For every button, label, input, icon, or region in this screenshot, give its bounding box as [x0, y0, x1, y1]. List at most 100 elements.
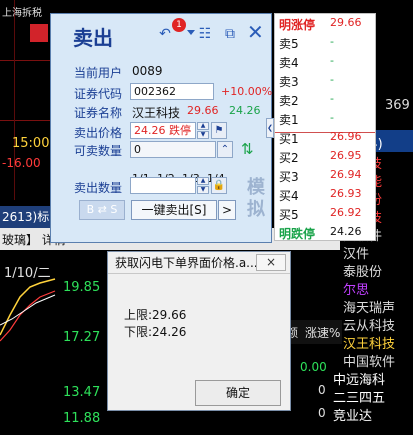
window-copy-icon[interactable]: ⧉ [222, 26, 238, 42]
ask-label: 卖2 [279, 94, 299, 108]
change-percent: +10.00% [221, 85, 273, 98]
user-value: 0089 [132, 64, 163, 78]
ask-row[interactable]: 卖4 - [275, 52, 375, 71]
ask-price: - [330, 54, 334, 67]
lower-limit-text: 下限:24.26 [124, 325, 187, 339]
price-row: 17.27 [63, 330, 101, 345]
bid-label: 买4 [279, 189, 299, 203]
bid-price: 26.93 [330, 187, 362, 200]
next-button[interactable]: > [218, 200, 236, 220]
bid-label: 买1 [279, 132, 299, 146]
limit-down-value: 24.26 [330, 225, 362, 238]
limit-up-price[interactable]: 29.66 [187, 104, 219, 117]
list-item[interactable]: 二三四五 [333, 387, 385, 406]
undo-icon[interactable]: ↶ [157, 26, 173, 42]
sell-qty-input[interactable] [130, 177, 196, 194]
ask-label: 卖3 [279, 75, 299, 89]
list-item[interactable]: 云从科技 [343, 315, 395, 334]
chart-price-label: -16.00 [2, 156, 41, 170]
list-item[interactable]: 汉件 [343, 243, 369, 262]
ask-price: - [330, 111, 334, 124]
price-row: 11.88 [63, 411, 101, 426]
flag-icon[interactable]: ⚑ [211, 122, 227, 139]
price-row: 13.47 [63, 385, 101, 400]
list-item[interactable]: 369 [385, 98, 410, 113]
bid-price: 26.96 [330, 130, 362, 143]
table-col-header[interactable]: 涨速% [305, 324, 340, 341]
code-input[interactable]: 002362 [130, 83, 214, 100]
price-row: 19.85 [63, 280, 101, 295]
ask-row[interactable]: 卖5 - [275, 33, 375, 52]
qty-label: 卖出数量 [74, 181, 123, 195]
price-label: 卖出价格 [74, 126, 123, 140]
sell-price-input[interactable]: 24.26 跌停 [130, 122, 196, 139]
bid-label: 买3 [279, 170, 299, 184]
ask-row[interactable]: 卖2 - [275, 90, 375, 109]
bid-label: 买2 [279, 151, 299, 165]
close-icon[interactable]: ✕ [247, 22, 264, 42]
chart-time-label: 15:00 [12, 136, 50, 151]
close-button[interactable]: × [256, 254, 286, 271]
one-click-sell-button[interactable]: 一键卖出[S] [131, 200, 217, 220]
bid-row[interactable]: 买3 26.94 [275, 166, 375, 185]
ask-label: 卖1 [279, 113, 299, 127]
sell-dialog-title: 卖出 [73, 26, 113, 50]
list-item[interactable]: 汉王科技 [343, 333, 395, 352]
price-up-button[interactable]: ▲ [197, 122, 209, 130]
bid-row[interactable]: 买4 26.93 [275, 185, 375, 204]
simulation-watermark: 模拟 [247, 177, 265, 220]
bid-row[interactable]: 买5 26.92 [275, 204, 375, 223]
limit-up-row[interactable]: 明涨停 29.66 [275, 14, 375, 33]
order-book: 明涨停 29.66 卖5 - 卖4 - 卖3 - 卖2 - 卖1 - 买1 26… [274, 13, 376, 241]
limit-up-label: 明涨停 [279, 18, 316, 32]
bid-label: 买5 [279, 208, 299, 222]
red-candle [30, 24, 48, 42]
ask-price: - [330, 73, 334, 86]
chevron-down-icon[interactable] [187, 30, 195, 35]
top-left-text: 上海拆税 [2, 8, 42, 19]
mini-line-chart [0, 278, 56, 342]
ask-label: 卖5 [279, 37, 299, 51]
bid-row[interactable]: 买2 26.95 [275, 147, 375, 166]
qty-up-button[interactable]: ▲ [197, 177, 209, 185]
limit-down-price[interactable]: 24.26 [229, 104, 261, 117]
ask-row[interactable]: 卖1 - [275, 109, 375, 128]
bid-price: 26.95 [330, 149, 362, 162]
sell-dialog-header: 卖出 ↶ 1 ☷ ⧉ ✕ [51, 14, 271, 54]
buy-sell-switch-button[interactable]: B ⇄ S [79, 200, 125, 220]
upper-limit-text: 上限:29.66 [124, 308, 187, 322]
chart-grid-line [0, 60, 55, 61]
list-item[interactable]: 竞业达 [333, 405, 372, 424]
list-item[interactable]: 中远海科 [333, 369, 385, 388]
lock-icon[interactable]: 🔒 [211, 177, 227, 194]
price-down-button[interactable]: ▼ [197, 131, 209, 139]
qty-down-button[interactable]: ▼ [197, 186, 209, 194]
user-label: 当前用户 [74, 66, 123, 80]
ask-label: 卖4 [279, 56, 299, 70]
refresh-icon[interactable]: ⇅ [241, 140, 254, 158]
bid-price: 26.94 [330, 168, 362, 181]
ask-price: - [330, 92, 334, 105]
ok-button[interactable]: 确定 [195, 380, 281, 406]
chart-grid-line [0, 120, 55, 121]
notification-badge: 1 [172, 18, 186, 32]
code-label: 证券代码 [74, 87, 123, 101]
list-item[interactable]: 海天瑞声 [343, 297, 395, 316]
table-cell: 0.00 [300, 360, 327, 374]
order-search-icon[interactable]: ☷ [197, 26, 213, 42]
list-item[interactable]: 尔思 [343, 279, 369, 298]
limit-down-row[interactable]: 明跌停 24.26 [275, 223, 375, 242]
collapse-tab[interactable]: ❮ [266, 118, 274, 138]
limit-down-label: 明跌停 [279, 227, 316, 241]
ask-row[interactable]: 卖3 - [275, 71, 375, 90]
sell-dialog: 卖出 ↶ 1 ☷ ⧉ ✕ 当前用户 0089 证券代码 002362 +10.0… [50, 13, 274, 243]
available-qty-field: 0 [130, 141, 216, 158]
list-item[interactable]: 中国软件 [343, 351, 395, 370]
bid-row[interactable]: 买1 26.96 [275, 128, 375, 147]
chevron-up-icon[interactable]: ⌃ [217, 141, 233, 158]
table-cell: 0 [318, 406, 326, 420]
stock-marker-bar[interactable]: 2613)标记 [0, 206, 56, 246]
list-item[interactable]: 泰股份 [343, 261, 382, 280]
limit-up-value: 29.66 [330, 16, 362, 29]
ask-price: - [330, 35, 334, 48]
